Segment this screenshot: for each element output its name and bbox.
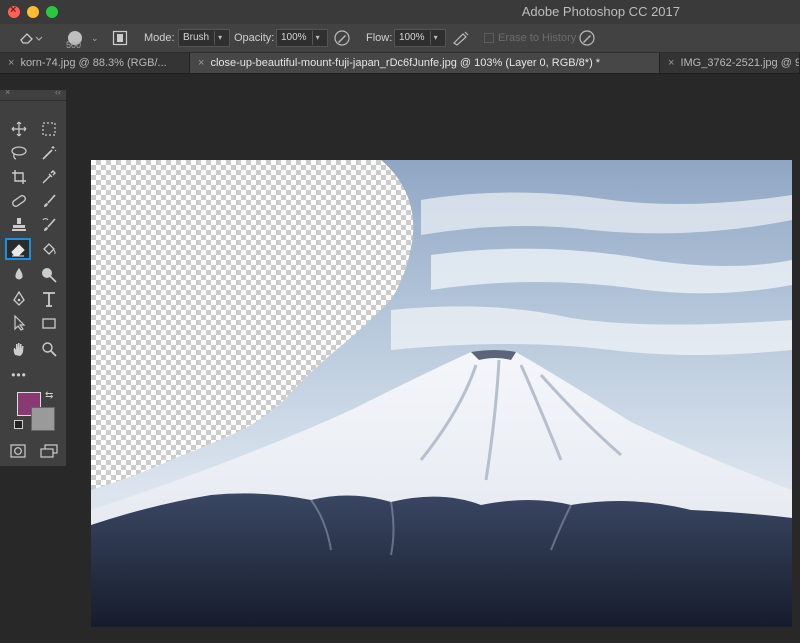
rectangle-tool[interactable] (36, 312, 62, 334)
chevron-down-icon: ▾ (311, 31, 323, 45)
screen-mode-icon (40, 444, 58, 458)
tab-label: IMG_3762-2521.jpg @ 9 (680, 57, 800, 69)
crop-tool[interactable] (6, 166, 32, 188)
background-color-swatch[interactable] (31, 407, 55, 431)
flow-value: 100% (399, 32, 425, 43)
quick-mask-button[interactable] (5, 440, 31, 462)
hand-icon (13, 343, 24, 356)
document-tab-bar: × korn-74.jpg @ 88.3% (RGB/... × close-u… (0, 53, 800, 74)
edit-toolbar-button[interactable]: ••• (6, 364, 32, 386)
tool-preset-picker[interactable] (18, 24, 44, 52)
dodge-tool[interactable] (36, 264, 62, 286)
collapse-panel-icon[interactable]: ‹‹ (55, 87, 61, 97)
magnifier-icon (42, 342, 57, 357)
opacity-label: Opacity: (234, 32, 275, 44)
magic-wand-tool[interactable] (36, 142, 62, 164)
mode-label: Mode: (144, 32, 175, 44)
chevron-down-icon: ⌄ (91, 32, 99, 43)
bandage-icon (12, 195, 26, 207)
stamp-icon (12, 218, 26, 231)
opacity-value: 100% (281, 32, 307, 43)
size-pressure-button[interactable] (578, 24, 596, 52)
app-title: Adobe Photoshop CC 2017 (521, 4, 680, 19)
tools-panel-header[interactable]: × ‹‹ (0, 87, 66, 101)
erase-to-history-checkbox[interactable]: Erase to History (484, 24, 576, 52)
options-bar: 500 ⌄ Mode: Brush ▾ Opacity: 100% ▾ Flow… (0, 24, 800, 53)
brush-settings-toggle[interactable] (112, 24, 128, 52)
history-brush-icon (42, 218, 56, 231)
swap-colors-icon[interactable]: ⇆ (45, 390, 53, 401)
mode-value: Brush (183, 32, 210, 43)
pen-icon (13, 291, 25, 306)
paint-bucket-tool[interactable] (36, 238, 62, 260)
erase-to-history-label: Erase to History (498, 32, 577, 44)
checkbox-icon (484, 33, 494, 43)
default-colors-icon[interactable] (14, 420, 23, 429)
brush-panel-icon (112, 30, 128, 46)
history-brush-tool[interactable] (36, 214, 62, 236)
move-tool[interactable] (6, 118, 32, 140)
arrow-cursor-icon (14, 315, 26, 331)
type-icon (43, 292, 55, 307)
chevron-down-icon: ▾ (214, 31, 225, 45)
healing-brush-tool[interactable] (6, 190, 32, 212)
pressure-pen-icon (334, 30, 350, 46)
eyedropper-tool[interactable] (36, 166, 62, 188)
blur-drop-icon (15, 268, 23, 280)
brush-tool[interactable] (36, 190, 62, 212)
flow-input[interactable]: 100% ▾ (394, 29, 446, 47)
flow-label: Flow: (366, 32, 393, 44)
marquee-tool[interactable] (36, 118, 62, 140)
brush-preset-picker[interactable]: 500 (66, 24, 82, 52)
crop-icon (12, 170, 26, 184)
quick-mask-icon (10, 444, 26, 458)
document-canvas[interactable] (91, 160, 792, 627)
title-bar: × Adobe Photoshop CC 2017 (0, 0, 800, 24)
rectangle-icon (42, 318, 56, 329)
close-tab-icon[interactable]: × (668, 57, 674, 69)
magic-wand-icon (42, 146, 57, 160)
marquee-icon (42, 122, 56, 136)
eraser-tool[interactable] (5, 238, 31, 260)
brush-size-value: 500 (66, 40, 82, 50)
more-dots-icon: ••• (11, 368, 27, 382)
airbrush-icon (453, 31, 469, 46)
document-tab[interactable]: × korn-74.jpg @ 88.3% (RGB/... (0, 53, 190, 73)
screen-mode-button[interactable] (36, 440, 62, 462)
close-tab-icon[interactable]: × (198, 57, 204, 69)
opacity-input[interactable]: 100% ▾ (276, 29, 328, 47)
tools-panel: × ‹‹ ••• ⇆ (0, 87, 67, 466)
close-tab-icon[interactable]: × (8, 57, 14, 69)
path-selection-tool[interactable] (6, 312, 32, 334)
document-tab[interactable]: × IMG_3762-2521.jpg @ 9 (660, 53, 800, 73)
type-tool[interactable] (36, 288, 62, 310)
brush-preset-caret[interactable]: ⌄ (91, 24, 99, 52)
move-icon (11, 121, 27, 137)
chevron-down-icon: ▾ (429, 31, 441, 45)
opacity-pressure-button[interactable] (333, 24, 351, 52)
dodge-icon (42, 268, 57, 283)
clone-stamp-tool[interactable] (6, 214, 32, 236)
tab-label: close-up-beautiful-mount-fuji-japan_rDc6… (210, 57, 601, 69)
lasso-tool[interactable] (6, 142, 32, 164)
tab-label: korn-74.jpg @ 88.3% (RGB/... (20, 57, 167, 69)
pressure-size-icon (579, 30, 595, 46)
hand-tool[interactable] (6, 338, 32, 360)
eraser-icon (11, 244, 25, 257)
lasso-icon (11, 146, 27, 160)
document-tab-active[interactable]: × close-up-beautiful-mount-fuji-japan_rD… (190, 53, 660, 73)
mode-select[interactable]: Brush ▾ (178, 29, 231, 47)
pen-tool[interactable] (6, 288, 32, 310)
close-panel-icon[interactable]: × (5, 87, 10, 97)
airbrush-button[interactable] (451, 24, 471, 52)
zoom-tool[interactable] (36, 338, 62, 360)
eyedropper-icon (42, 170, 56, 184)
brush-icon (44, 194, 56, 207)
paint-bucket-icon (43, 243, 56, 255)
photo-layer (91, 160, 792, 627)
blur-tool[interactable] (6, 264, 32, 286)
eraser-icon (20, 33, 43, 44)
